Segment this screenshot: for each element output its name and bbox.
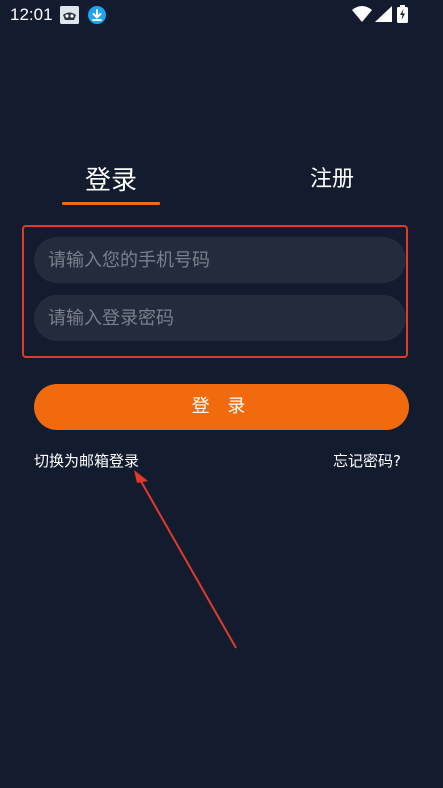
- download-icon: [88, 6, 106, 24]
- app-notification-icon: [60, 6, 79, 24]
- signal-icon: [375, 6, 392, 26]
- active-tab-indicator: [62, 202, 160, 205]
- wifi-icon: [352, 6, 372, 26]
- status-time: 12:01: [10, 5, 53, 24]
- tab-login[interactable]: 登录: [62, 160, 160, 197]
- battery-charging-icon: [397, 5, 408, 27]
- phone-input[interactable]: [34, 237, 406, 283]
- login-button[interactable]: 登 录: [34, 384, 409, 430]
- password-input[interactable]: [34, 295, 406, 341]
- tab-register[interactable]: 注册: [292, 161, 372, 193]
- switch-email-login-link[interactable]: 切换为邮箱登录: [34, 450, 139, 471]
- forgot-password-link[interactable]: 忘记密码?: [333, 450, 401, 471]
- status-bar: 12:01: [0, 0, 443, 30]
